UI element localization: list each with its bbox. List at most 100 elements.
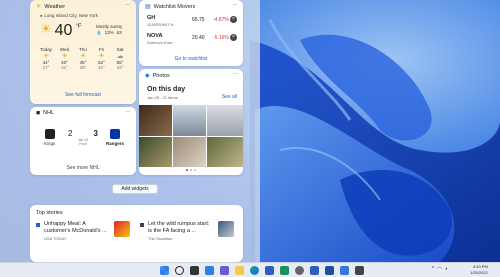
weather-title: Weather (44, 3, 66, 10)
day-low: 42° (116, 65, 124, 70)
watchlist-row[interactable]: NOVA Sunnova Ener... 20.40 -5.16% × (147, 33, 237, 47)
news-item[interactable]: Let the wild rumpus start: is the FA fac… (140, 221, 240, 241)
see-full-forecast-link[interactable]: See full forecast (30, 92, 136, 98)
away-score: 2 (68, 129, 73, 138)
sun-icon: ☀ (42, 53, 50, 60)
top-stories-widget[interactable]: Top stories Unhappy Meal: A customer's M… (30, 205, 243, 262)
chevron-up-icon[interactable]: ^ (432, 266, 434, 272)
watchlist-row[interactable]: GH GUARDANT H... 65.75 -4.87% × (147, 15, 237, 29)
task-view-icon[interactable] (190, 266, 199, 275)
settings-icon[interactable] (295, 266, 304, 275)
see-all-link[interactable]: See all (222, 94, 237, 100)
news-thumbnail (218, 221, 234, 237)
edge-icon[interactable] (250, 266, 259, 275)
search-icon[interactable] (175, 266, 184, 275)
widgets-icon[interactable] (205, 266, 214, 275)
current-temp: 40 (54, 22, 73, 39)
temp-unit: °F (75, 24, 82, 30)
taskbar: ^ ◠ ◖ 4:40 PM 1/25/2022 (0, 262, 500, 277)
photo-thumbnail[interactable] (173, 105, 206, 136)
sun-icon: ☀ (98, 53, 105, 60)
location-label: Long Island City, New York (44, 13, 98, 18)
more-options-icon[interactable]: ··· (126, 109, 131, 115)
more-options-icon[interactable]: ··· (233, 71, 238, 77)
more-options-icon[interactable]: ··· (233, 2, 238, 8)
more-options-icon[interactable]: ··· (126, 2, 131, 8)
carousel-dots (186, 169, 196, 171)
app-icon[interactable] (340, 266, 349, 275)
photo-thumbnail[interactable] (207, 105, 243, 136)
carousel-dot[interactable] (190, 169, 192, 171)
day-low: 31° (61, 65, 68, 70)
home-score: 3 (93, 129, 98, 138)
photos-widget[interactable]: ◆ Photos ··· On this day Jan 25 - 21 ite… (139, 69, 243, 175)
add-widgets-button[interactable]: Add widgets (112, 184, 158, 194)
widgets-panel: ☀ Weather ··· ● Long Island City, New Yo… (0, 0, 260, 262)
wifi-icon[interactable]: ◠ (437, 266, 441, 272)
top-stories-title: Top stories (36, 210, 63, 216)
day-low: 39° (79, 65, 87, 70)
photo-thumbnail[interactable] (139, 137, 172, 167)
sun-icon: ☀ (79, 53, 87, 60)
clock-date: 1/25/2022 (470, 270, 488, 275)
home-team[interactable]: Rangers (106, 129, 124, 146)
see-more-nhl-link[interactable]: See more NHL (30, 165, 136, 171)
ticker-name: Sunnova Ener... (147, 40, 176, 45)
watchlist-widget[interactable]: ▤ Watchlist Movers ··· GH GUARDANT H... … (139, 0, 243, 66)
news-source: The Guardian (148, 236, 173, 241)
ticker-change: -5.16% (213, 35, 229, 41)
news-source-icon (36, 223, 40, 227)
watchlist-header: ▤ Watchlist Movers (145, 3, 195, 11)
score-block: 2 3 Jan 24 Final (68, 129, 98, 146)
remove-icon[interactable]: × (230, 34, 237, 41)
weather-header: ☀ Weather (36, 3, 66, 11)
day-low: 41° (98, 65, 105, 70)
weather-widget[interactable]: ☀ Weather ··· ● Long Island City, New Yo… (30, 0, 136, 104)
photo-thumbnail[interactable] (173, 137, 206, 167)
photo-thumbnail[interactable] (139, 105, 172, 136)
clock[interactable]: 4:40 PM 1/25/2022 (470, 264, 488, 276)
forecast-day[interactable]: Wed ☀ 40° 31° (57, 47, 73, 70)
forecast-day[interactable]: Thu ☀ 45° 39° (75, 47, 91, 70)
weather-icon: ☀ (36, 4, 42, 10)
remove-icon[interactable]: × (230, 16, 237, 23)
news-headline: Let the wild rumpus start: is the FA fac… (148, 221, 210, 234)
nhl-widget[interactable]: ◼ NHL ··· Kings 2 3 Jan 24 Final Rangers… (30, 107, 136, 175)
sun-icon: ☀ (61, 53, 68, 60)
file-explorer-icon[interactable] (235, 266, 244, 275)
forecast-strip: Today ☀ 44° 27° Wed ☀ 40° 31° Thu ☀ 45° … (38, 47, 128, 70)
photo-thumbnail[interactable] (207, 137, 243, 167)
news-thumbnail (114, 221, 130, 237)
go-to-watchlist-link[interactable]: Go to watchlist (139, 56, 243, 62)
nhl-title: NHL (43, 110, 55, 116)
photos-title: Photos (152, 72, 170, 79)
app-icon[interactable] (310, 266, 319, 275)
nhl-header: ◼ NHL (36, 110, 54, 116)
start-icon[interactable] (160, 266, 169, 275)
cloud-icon: ☁ (116, 53, 124, 60)
volume-icon[interactable]: ◖ (445, 266, 448, 272)
ticker-symbol: NOVA (147, 33, 163, 39)
app-icon[interactable] (280, 266, 289, 275)
store-icon[interactable] (265, 266, 274, 275)
carousel-dot[interactable] (194, 169, 196, 171)
system-tray[interactable]: ^ ◠ ◖ (432, 266, 448, 272)
ticker-price: 20.40 (192, 35, 205, 41)
taskbar-apps (157, 266, 367, 275)
current-weather: ☀ 40 °F (40, 22, 82, 40)
photos-app-icon: ◆ (145, 73, 150, 79)
chat-icon[interactable] (220, 266, 229, 275)
away-team[interactable]: Kings (44, 129, 55, 146)
location-pin-icon: ● (40, 13, 43, 18)
day-low: 27° (42, 65, 50, 70)
weather-location: ● Long Island City, New York (40, 13, 98, 18)
forecast-day[interactable]: Sat ☁ 55° 42° (112, 47, 128, 70)
app-icon[interactable] (355, 266, 364, 275)
ticker-symbol: GH (147, 15, 156, 21)
forecast-day[interactable]: Today ☀ 44° 27° (38, 47, 54, 70)
app-icon[interactable] (325, 266, 334, 275)
ticker-name: GUARDANT H... (147, 22, 177, 27)
carousel-dot[interactable] (186, 169, 188, 171)
forecast-day[interactable]: Fri ☀ 52° 41° (94, 47, 110, 70)
news-item[interactable]: Unhappy Meal: A customer's McDonald's ..… (36, 221, 136, 241)
